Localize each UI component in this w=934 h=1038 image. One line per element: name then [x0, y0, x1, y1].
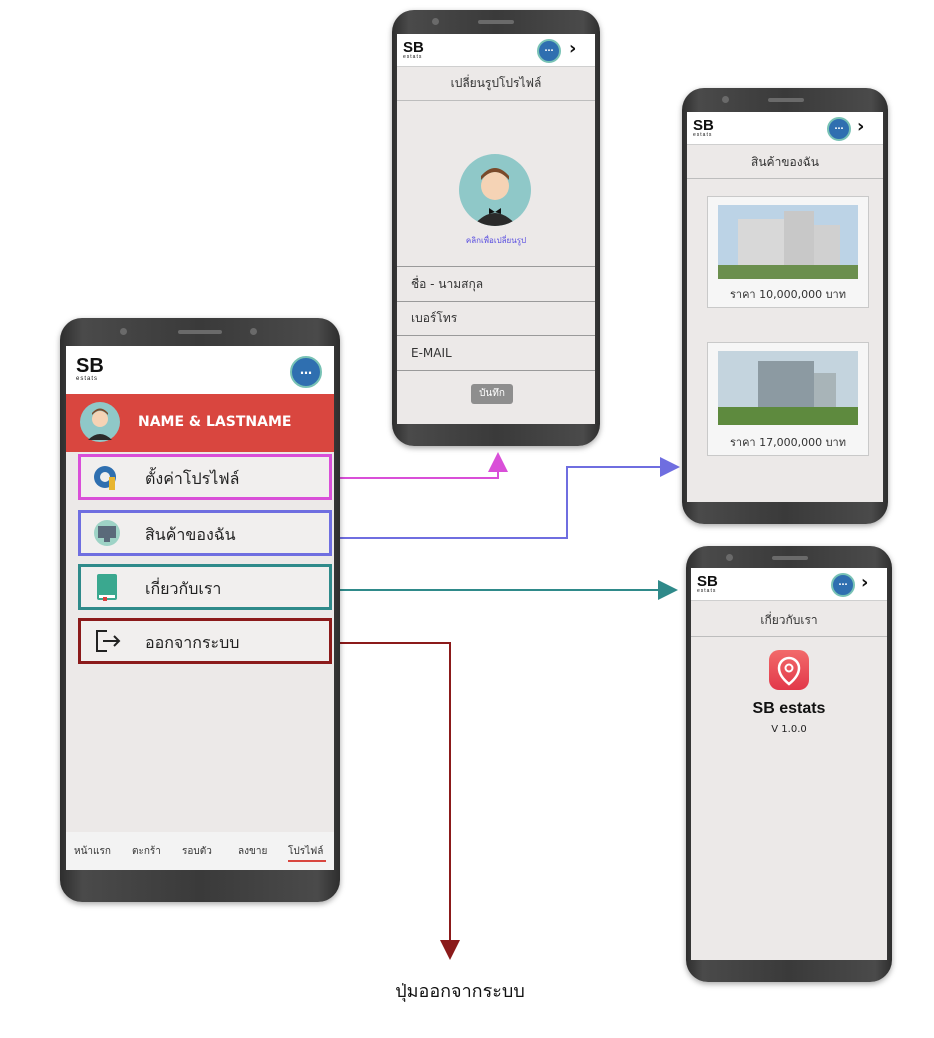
menu-item-logout[interactable]: ออกจากระบบ — [78, 618, 332, 664]
email-field[interactable]: E-MAIL — [397, 336, 595, 371]
menu-item-profile-settings[interactable]: ตั้งค่าโปรไฟล์ — [78, 454, 332, 500]
name-field[interactable]: ชื่อ - นามสกุล — [397, 266, 595, 302]
app-name: SB estats — [752, 700, 826, 717]
about-screen: SB estats … › เกี่ยวกับเรา SB estats V 1.… — [691, 568, 887, 960]
person-icon — [88, 408, 112, 440]
product-price: ราคา 10,000,000 บาท — [729, 288, 846, 301]
profile-banner: NAME & LASTNAME — [66, 394, 334, 452]
logout-button-caption: ปุ่มออกจากระบบ — [395, 981, 525, 1002]
bottom-nav: หน้าแรก ตะกร้า รอบตัว ลงขาย โปรไฟล์ — [66, 832, 334, 870]
save-button[interactable]: บันทึก — [471, 384, 513, 404]
location-pin-icon — [777, 656, 801, 686]
app-header: SB estats … › — [691, 568, 887, 601]
profile-phone: SB estats … › เปลี่ยนรูปโปรไฟล์ คลิกเพื่อ… — [392, 10, 600, 446]
chat-bubble-icon[interactable]: … — [290, 356, 322, 388]
page-title: เกี่ยวกับเรา — [691, 606, 887, 637]
profile-screen: SB estats … › เปลี่ยนรูปโปรไฟล์ คลิกเพื่อ… — [397, 34, 595, 424]
speaker — [768, 98, 804, 102]
monitor-icon — [94, 520, 120, 546]
person-icon — [473, 168, 517, 226]
gear-icon — [94, 466, 116, 490]
speaker — [478, 20, 514, 24]
chat-bubble-icon[interactable]: … — [537, 39, 561, 63]
camera-dot — [432, 18, 439, 25]
sb-logo: SB estats — [76, 355, 104, 382]
profile-photo[interactable] — [459, 154, 531, 226]
user-name: NAME & LASTNAME — [138, 414, 292, 430]
menu-item-my-products[interactable]: สินค้าของฉัน — [78, 510, 332, 556]
nav-profile[interactable]: โปรไฟล์ — [288, 844, 323, 859]
sb-logo: SB estats — [693, 117, 714, 138]
book-icon — [97, 574, 117, 601]
page-title: เปลี่ยนรูปโปรไฟล์ — [397, 72, 595, 101]
app-logo-icon — [769, 650, 809, 690]
sb-logo: SB estats — [697, 573, 718, 594]
product-card[interactable]: ราคา 10,000,000 บาท — [707, 196, 869, 308]
about-phone: SB estats … › เกี่ยวกับเรา SB estats V 1.… — [686, 546, 892, 982]
main-screen: SB estats … NAME & LASTNAME ตั้งค่าโปรไฟล… — [66, 346, 334, 870]
products-phone: SB estats … › สินค้าของฉัน ราคา 10,000,00… — [682, 88, 888, 524]
chevron-right-icon[interactable]: › — [569, 38, 576, 59]
nav-sell[interactable]: ลงขาย — [238, 844, 267, 859]
app-header: SB estats … › — [687, 112, 883, 145]
app-version: V 1.0.0 — [771, 724, 807, 735]
logout-icon — [96, 630, 121, 652]
main-phone: SB estats … NAME & LASTNAME ตั้งค่าโปรไฟล… — [60, 318, 340, 902]
nav-cart[interactable]: ตะกร้า — [132, 844, 161, 859]
speaker — [178, 330, 222, 334]
camera-dot — [120, 328, 127, 335]
menu-item-about-us[interactable]: เกี่ยวกับเรา — [78, 564, 332, 610]
phone-field[interactable]: เบอร์โทร — [397, 301, 595, 336]
app-header: SB estats … › — [397, 34, 595, 67]
product-price: ราคา 17,000,000 บาท — [729, 436, 846, 449]
sensor-dot — [250, 328, 257, 335]
nav-nearby[interactable]: รอบตัว — [182, 844, 212, 859]
building-image — [718, 205, 858, 279]
camera-dot — [726, 554, 733, 561]
chevron-right-icon[interactable]: › — [861, 572, 868, 593]
chat-bubble-icon[interactable]: … — [827, 117, 851, 141]
products-screen: SB estats … › สินค้าของฉัน ราคา 10,000,00… — [687, 112, 883, 502]
arrow-to-logout-caption — [330, 642, 460, 960]
sb-logo: SB estats — [403, 39, 424, 60]
avatar — [80, 402, 120, 442]
camera-dot — [722, 96, 729, 103]
nav-home[interactable]: หน้าแรก — [74, 844, 111, 859]
page-title: สินค้าของฉัน — [687, 148, 883, 179]
chat-bubble-icon[interactable]: … — [831, 573, 855, 597]
change-photo-link[interactable]: คลิกเพื่อเปลี่ยนรูป — [397, 234, 595, 247]
chevron-right-icon[interactable]: › — [857, 116, 864, 137]
nav-active-indicator — [288, 860, 326, 862]
product-card[interactable]: ราคา 17,000,000 บาท — [707, 342, 869, 456]
app-header: SB estats … — [66, 346, 334, 395]
building-image — [718, 351, 858, 425]
arrow-to-profile — [330, 452, 508, 479]
speaker — [772, 556, 808, 560]
